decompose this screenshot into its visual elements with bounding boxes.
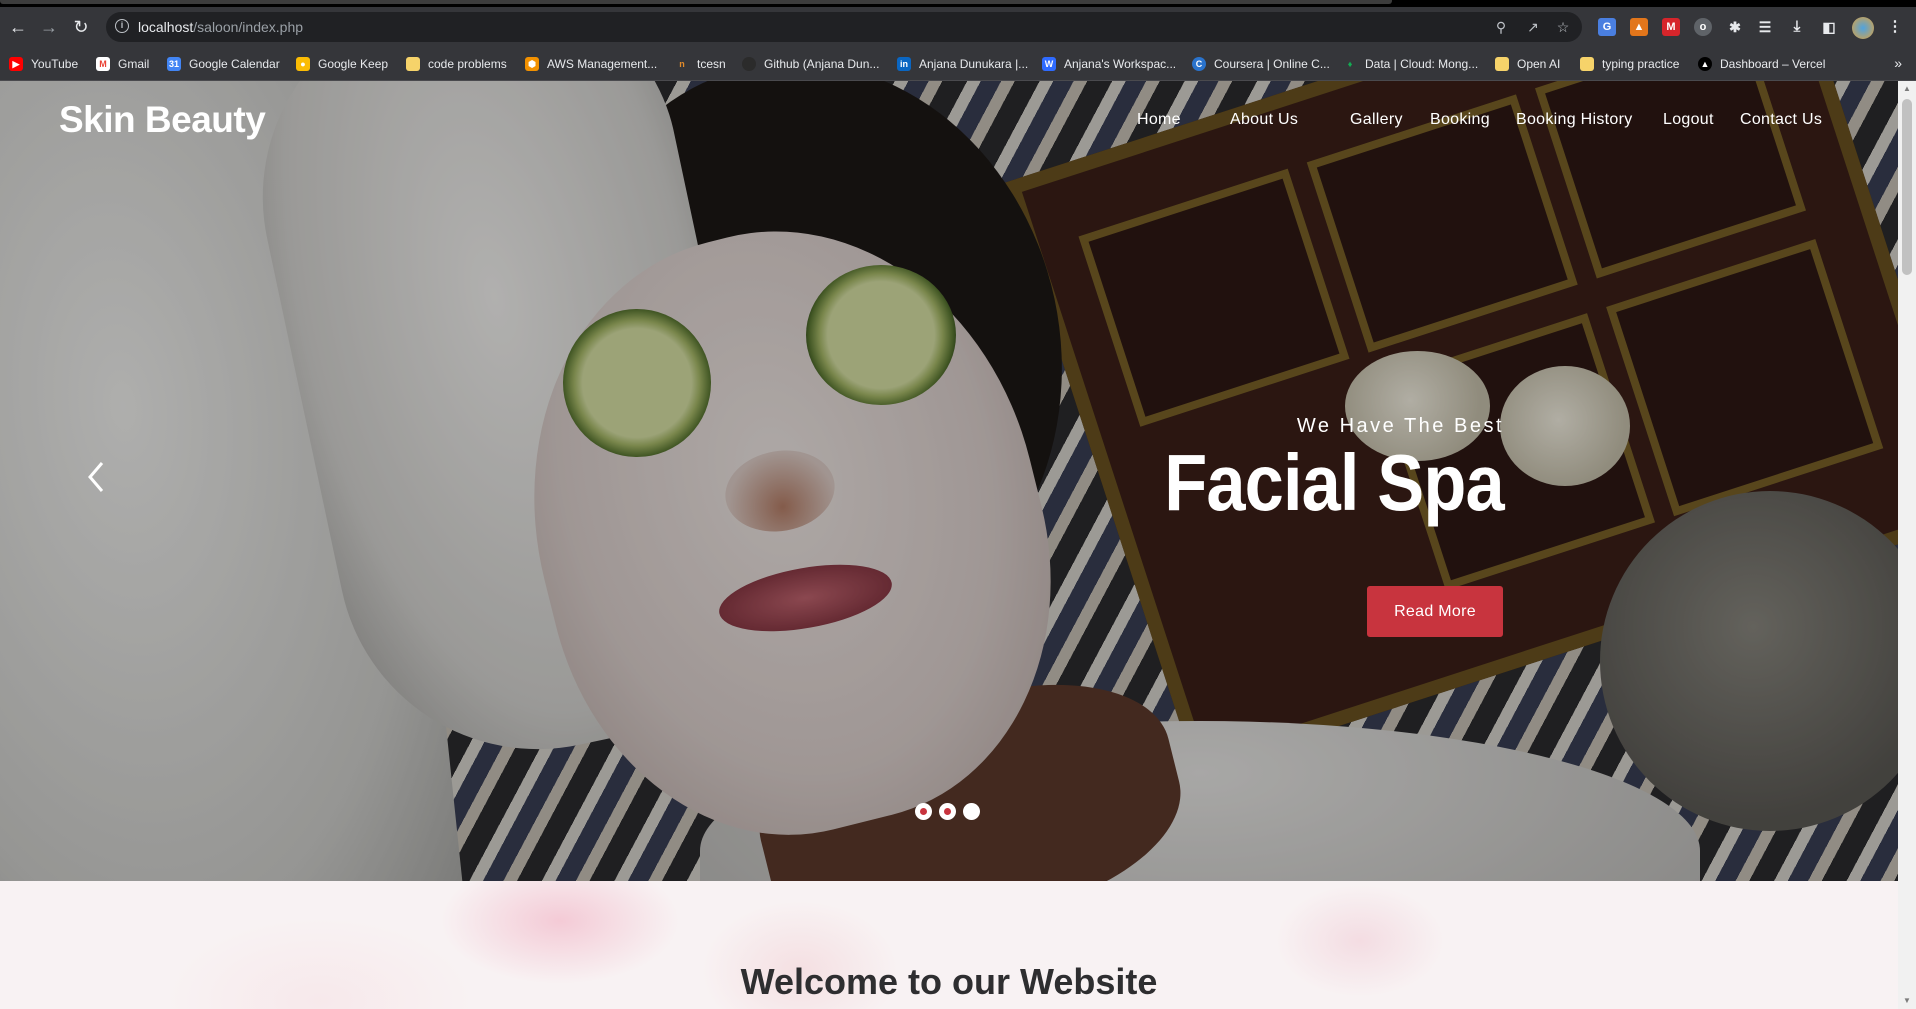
bookmark-item[interactable]: ● Google Keep [296, 56, 388, 72]
bookmark-item[interactable]: n tcesn [675, 56, 726, 72]
bookmark-item[interactable]: Open AI [1495, 56, 1560, 72]
gmail-icon: M [96, 57, 110, 71]
browser-toolbar: ← → ↻ i localhost/saloon/index.php ⚲ ↗ ☆… [0, 7, 1916, 47]
bookmark-label: Open AI [1517, 57, 1561, 71]
bookmark-label: AWS Management... [547, 57, 658, 71]
bookmark-star-icon[interactable]: ☆ [1554, 18, 1572, 36]
translate-extension-icon[interactable]: G [1598, 18, 1616, 36]
workspace-icon: W [1042, 57, 1056, 71]
nav-about-us[interactable]: About Us [1230, 111, 1298, 129]
more-bookmarks-icon[interactable]: » [1894, 55, 1902, 71]
nav-gallery[interactable]: Gallery [1350, 111, 1403, 129]
page-scrollbar[interactable]: ▲ ▼ [1898, 81, 1916, 1009]
menu-kebab-icon[interactable]: ⋮ [1886, 18, 1904, 36]
circle-extension-icon[interactable]: o [1694, 18, 1712, 36]
site-header: Skin Beauty Home About Us Gallery Bookin… [0, 81, 1898, 161]
share-icon[interactable]: ↗ [1524, 18, 1542, 36]
folder-icon [1495, 57, 1509, 71]
vercel-icon: ▲ [1698, 57, 1712, 71]
bookmark-label: YouTube [31, 57, 79, 71]
bookmark-label: Anjana's Workspac... [1064, 57, 1177, 71]
nav-booking-history[interactable]: Booking History [1516, 111, 1633, 129]
bookmark-item[interactable]: W Anjana's Workspac... [1042, 56, 1176, 72]
bookmark-item[interactable]: ▶ YouTube [9, 56, 78, 72]
password-key-icon[interactable]: ⚲ [1492, 18, 1510, 36]
nav-home[interactable]: Home [1137, 111, 1181, 129]
tcesn-icon: n [679, 59, 685, 69]
bookmark-label: Google Calendar [189, 57, 280, 71]
bookmarks-bar: ▶ YouTube M Gmail 31 Google Calendar ● Googl… [0, 47, 1916, 81]
bookmark-label: tcesn [697, 57, 726, 71]
side-panel-icon[interactable]: ◧ [1820, 18, 1838, 36]
tab-strip [0, 0, 1916, 7]
bookmark-label: code problems [428, 57, 507, 71]
bookmark-item[interactable]: ▲ Dashboard – Vercel [1698, 56, 1825, 72]
url-host: localhost [138, 19, 194, 35]
scrollbar-thumb[interactable] [1902, 99, 1912, 275]
mongodb-icon: ♦ [1347, 59, 1353, 69]
carousel-prev-icon[interactable] [82, 457, 110, 497]
keep-icon: ● [296, 57, 310, 71]
welcome-section: Welcome to our Website [0, 881, 1898, 1009]
youtube-icon: ▶ [9, 57, 23, 71]
scroll-up-icon[interactable]: ▲ [1902, 84, 1912, 94]
nav-booking[interactable]: Booking [1430, 111, 1490, 129]
bookmark-item[interactable]: code problems [406, 56, 507, 72]
bookmark-item[interactable]: C Coursera | Online C... [1192, 56, 1330, 72]
back-icon[interactable]: ← [7, 16, 29, 38]
site-info-icon[interactable]: i [115, 19, 129, 33]
url-text[interactable]: localhost/saloon/index.php [138, 19, 303, 35]
site-logo[interactable]: Skin Beauty [59, 99, 266, 141]
red-extension-icon[interactable]: M [1662, 18, 1680, 36]
folder-icon [1580, 57, 1594, 71]
page-viewport: Skin Beauty Home About Us Gallery Bookin… [0, 81, 1898, 1009]
metamask-extension-icon[interactable]: ▲ [1630, 18, 1648, 36]
carousel-dot[interactable] [915, 803, 932, 820]
bookmark-label: Anjana Dunukara |... [919, 57, 1029, 71]
url-path: /saloon/index.php [193, 19, 304, 35]
bookmark-label: Coursera | Online C... [1214, 57, 1330, 71]
bookmark-item[interactable]: typing practice [1580, 56, 1679, 72]
welcome-title: Welcome to our Website [740, 961, 1158, 1002]
active-tab-indicator [0, 0, 1392, 4]
address-bar[interactable]: i localhost/saloon/index.php ⚲ ↗ ☆ [106, 12, 1582, 42]
bookmark-label: Dashboard – Vercel [1720, 57, 1826, 71]
carousel-dot[interactable] [939, 803, 956, 820]
coursera-icon: C [1192, 57, 1206, 71]
bookmark-label: Data | Cloud: Mong... [1365, 57, 1479, 71]
scroll-down-icon[interactable]: ▼ [1902, 996, 1912, 1006]
bookmark-item[interactable]: in Anjana Dunukara |... [897, 56, 1028, 72]
slide-title: Facial Spa [1164, 438, 1505, 527]
bookmark-item[interactable]: ⬢ AWS Management... [525, 56, 657, 72]
linkedin-icon: in [897, 57, 911, 71]
bookmark-label: typing practice [1602, 57, 1680, 71]
media-queue-icon[interactable]: ☰ [1756, 18, 1774, 36]
carousel-dot-active[interactable] [963, 803, 980, 820]
bookmark-label: Google Keep [318, 57, 389, 71]
download-icon[interactable]: ⤓ [1788, 18, 1806, 36]
hero-overlay [0, 81, 1898, 881]
folder-icon [406, 57, 420, 71]
bookmark-label: Gmail [118, 57, 150, 71]
hero-carousel: Skin Beauty Home About Us Gallery Bookin… [0, 81, 1898, 881]
reload-icon[interactable]: ↻ [70, 16, 92, 38]
bookmark-label: Github (Anjana Dun... [764, 57, 880, 71]
profile-avatar[interactable] [1852, 17, 1874, 39]
bookmark-item[interactable]: Github (Anjana Dun... [742, 56, 879, 72]
extensions-puzzle-icon[interactable]: ✱ [1726, 18, 1744, 36]
nav-contact-us[interactable]: Contact Us [1740, 111, 1822, 129]
read-more-button[interactable]: Read More [1367, 586, 1503, 637]
bookmark-item[interactable]: M Gmail [96, 56, 149, 72]
bookmark-item[interactable]: 31 Google Calendar [167, 56, 280, 72]
bookmark-item[interactable]: ♦ Data | Cloud: Mong... [1343, 56, 1478, 72]
aws-icon: ⬢ [525, 57, 539, 71]
forward-icon[interactable]: → [38, 16, 60, 38]
calendar-icon: 31 [167, 57, 181, 71]
slide-subtitle: We Have The Best [1296, 415, 1504, 437]
github-icon [742, 57, 756, 71]
nav-logout[interactable]: Logout [1663, 111, 1714, 129]
